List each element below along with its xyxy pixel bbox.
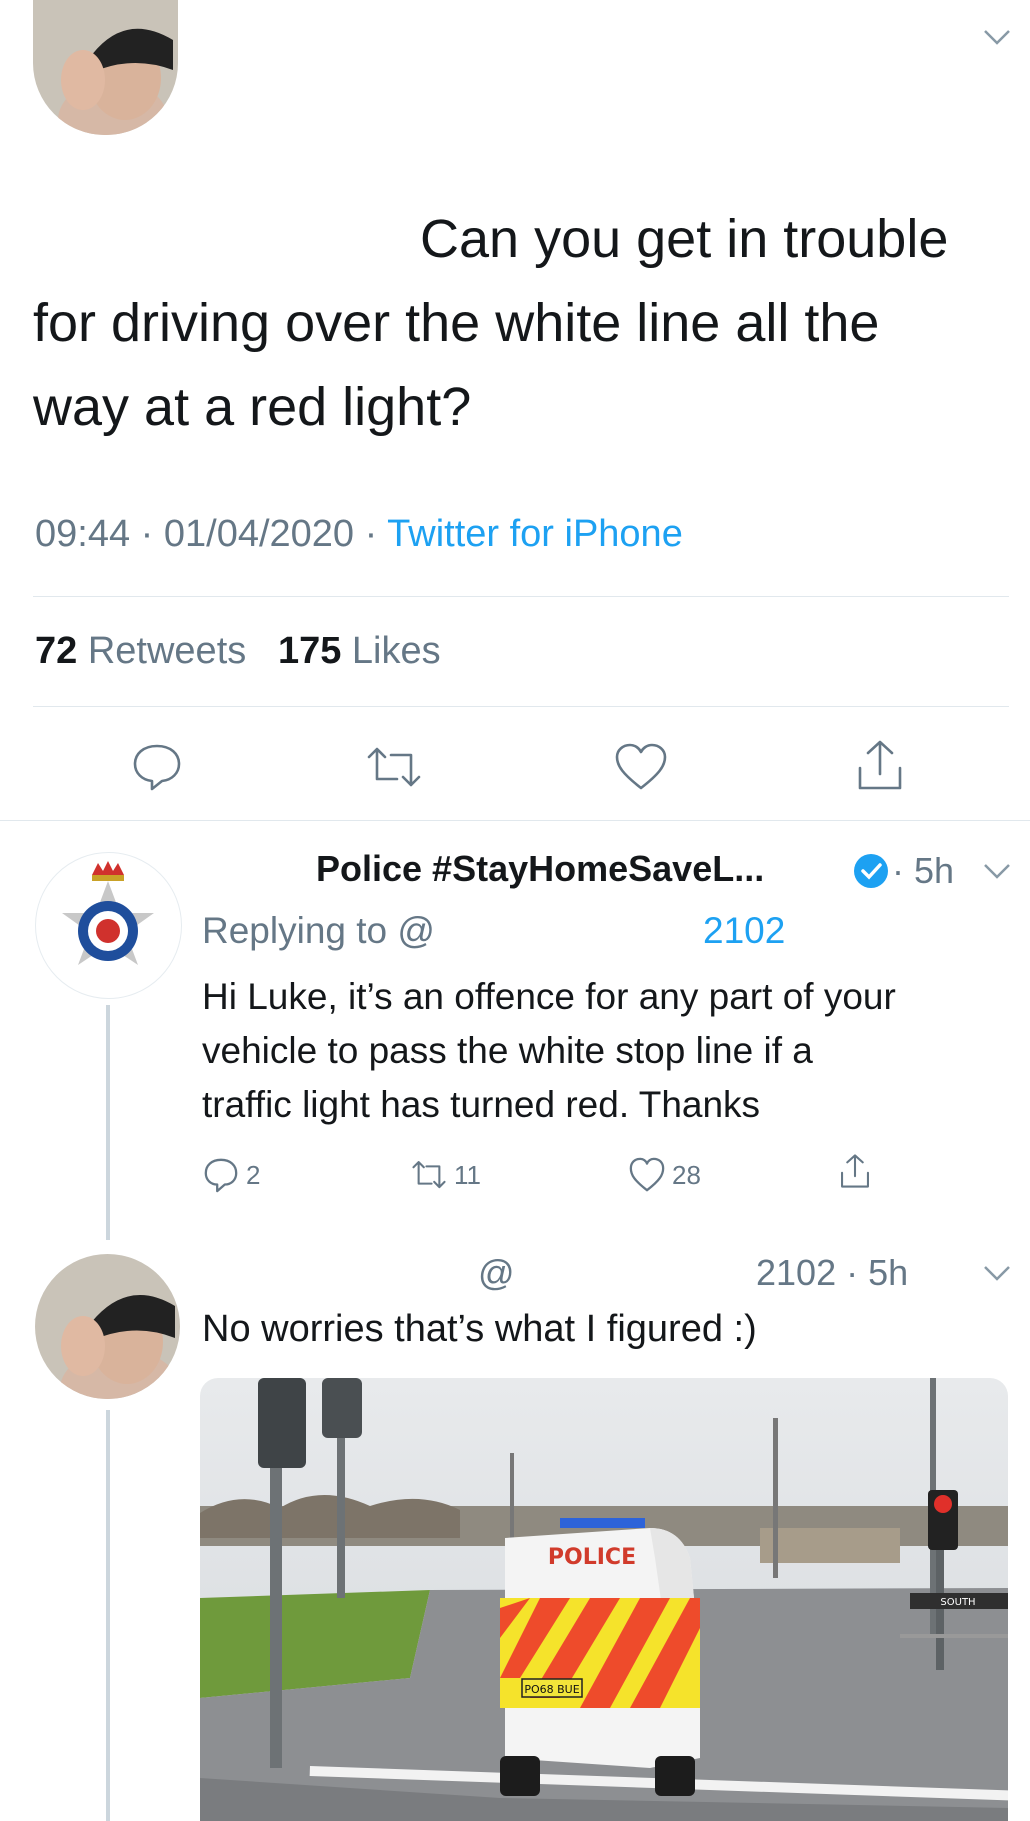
- police-reply-line-3: traffic light has turned red. Thanks: [202, 1084, 761, 1125]
- like-label: Likes: [351, 630, 441, 672]
- replying-to-handle[interactable]: 2102: [703, 910, 785, 952]
- retweet-count: 11: [454, 1159, 481, 1190]
- tweet-source-link[interactable]: Twitter for iPhone: [387, 513, 683, 555]
- author-avatar[interactable]: [35, 1254, 180, 1399]
- author-avatar[interactable]: [33, 0, 178, 135]
- like-action[interactable]: 28: [628, 1156, 701, 1194]
- attached-photo[interactable]: PO68 BUE POLICE SOUTH: [200, 1378, 1008, 1821]
- divider: [33, 706, 1009, 707]
- like-icon[interactable]: [613, 742, 669, 797]
- divider: [0, 820, 1030, 821]
- police-reply-time: · 5h: [892, 850, 955, 891]
- retweet-count: 72: [35, 630, 78, 672]
- reply-icon[interactable]: [130, 742, 184, 797]
- police-display-name[interactable]: Police #StayHomeSaveL...: [316, 848, 764, 890]
- retweet-label: Retweets: [87, 630, 247, 672]
- van-plate: PO68 BUE: [524, 1683, 579, 1696]
- thread-line: [106, 1005, 110, 1240]
- share-icon[interactable]: [855, 738, 905, 799]
- tweet-stats: 72 Retweets 175 Likes: [35, 630, 441, 673]
- police-avatar[interactable]: [35, 852, 182, 999]
- van-police-text: POLICE: [548, 1545, 636, 1570]
- replying-to-label: Replying to @: [202, 910, 435, 951]
- reply-action[interactable]: 2: [202, 1156, 260, 1194]
- reply-handle-time: 2102 · 5h: [756, 1252, 909, 1293]
- reply-count: 2: [246, 1159, 261, 1190]
- police-reply-line-1: Hi Luke, it’s an offence for any part of…: [202, 976, 896, 1017]
- police-van: PO68 BUE POLICE: [500, 1518, 700, 1796]
- road-sign-text: SOUTH: [940, 1597, 975, 1608]
- like-count: 28: [672, 1159, 701, 1190]
- tweet-text-line-2: for driving over the white line all the: [33, 293, 880, 353]
- chevron-down-icon[interactable]: [982, 862, 1012, 885]
- retweet-icon: [412, 1161, 446, 1189]
- share-action[interactable]: [836, 1152, 874, 1190]
- tweet-text-line-3: way at a red light?: [33, 377, 472, 437]
- verified-badge-icon: [852, 852, 890, 895]
- like-stat[interactable]: 175 Likes: [278, 630, 441, 672]
- tweet-timestamp: 09:44 · 01/04/2020 ·: [35, 513, 388, 555]
- retweet-action[interactable]: 11: [410, 1156, 481, 1194]
- police-reply-line-2: vehicle to pass the white stop line if a: [202, 1030, 813, 1071]
- like-icon: [629, 1157, 665, 1192]
- chevron-down-icon[interactable]: [982, 28, 1012, 51]
- thread-line: [106, 1410, 110, 1821]
- like-count: 175: [277, 630, 342, 672]
- reply-handle-at[interactable]: @: [478, 1252, 515, 1294]
- retweet-icon[interactable]: [365, 745, 423, 794]
- chevron-down-icon[interactable]: [982, 1264, 1012, 1287]
- user-reply-text: No worries that’s what I figured :): [202, 1308, 757, 1350]
- tweet-meta: 09:44 · 01/04/2020 · Twitter for iPhone: [35, 513, 683, 556]
- tweet-text-line-1: Can you get in trouble: [420, 209, 949, 269]
- reply-icon: [204, 1158, 238, 1193]
- retweet-stat[interactable]: 72 Retweets: [35, 630, 257, 672]
- divider: [33, 596, 1009, 597]
- share-icon: [841, 1154, 869, 1188]
